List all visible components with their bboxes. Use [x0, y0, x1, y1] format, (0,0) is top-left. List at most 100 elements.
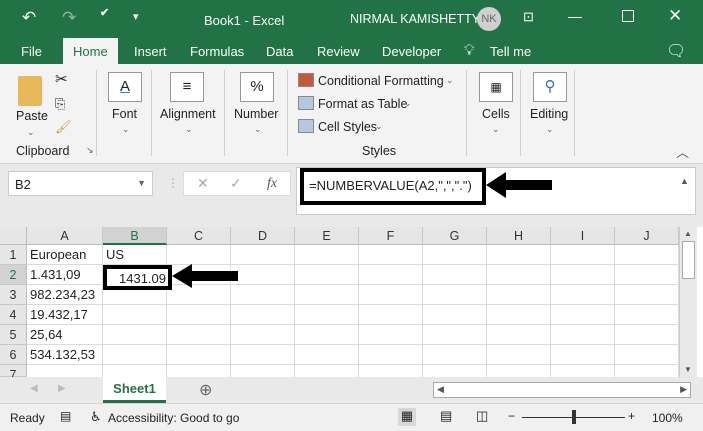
zoom-in-button[interactable]: + — [628, 409, 635, 423]
scroll-left-icon[interactable]: ◀ — [437, 384, 444, 395]
tab-data[interactable]: Data — [266, 44, 293, 59]
column-header-c[interactable]: C — [167, 227, 231, 245]
row-header-5[interactable]: 5 — [0, 325, 27, 345]
tab-developer[interactable]: Developer — [382, 44, 441, 59]
cut-icon[interactable]: ✂ — [55, 70, 68, 88]
scroll-up-icon[interactable]: ▲ — [684, 229, 692, 238]
select-all-button[interactable] — [0, 227, 27, 245]
redo-icon[interactable]: ↷ — [62, 8, 76, 28]
insert-function-button[interactable]: fx — [267, 176, 277, 192]
format-as-table-icon — [298, 96, 314, 110]
splitter-icon: ⋮ — [167, 176, 179, 190]
scroll-down-icon[interactable]: ▼ — [684, 365, 692, 374]
dialog-launcher-icon[interactable]: ↘ — [86, 145, 94, 156]
cell-b1[interactable]: US — [103, 245, 124, 265]
cell-a2[interactable]: 1.431,09 — [27, 265, 81, 285]
name-box[interactable]: B2 ▼ — [8, 171, 153, 196]
number-button[interactable]: Number — [234, 107, 278, 121]
find-icon[interactable]: ⚲ — [533, 72, 567, 102]
cell-a1[interactable]: European — [27, 245, 86, 265]
expand-formula-bar-icon[interactable]: ▲ — [680, 176, 689, 186]
tell-me-search[interactable]: Tell me — [490, 44, 531, 59]
name-box-dropdown-icon[interactable]: ▼ — [137, 178, 146, 188]
paste-chevron-icon[interactable]: ⌄ — [27, 127, 35, 138]
cells-button[interactable]: Cells — [482, 107, 510, 121]
status-ready: Ready — [10, 411, 45, 425]
zoom-out-button[interactable]: − — [508, 409, 515, 423]
column-header-f[interactable]: F — [359, 227, 423, 245]
row-header-3[interactable]: 3 — [0, 285, 27, 305]
row-header-4[interactable]: 4 — [0, 305, 27, 325]
conditional-formatting-button[interactable]: Conditional Formatting — [318, 74, 444, 88]
font-button[interactable]: Font — [112, 107, 137, 121]
row-header-7[interactable]: 7 — [0, 365, 27, 382]
horizontal-scrollbar[interactable]: ◀ ▶ — [433, 382, 691, 398]
gridline — [27, 304, 679, 305]
next-sheet-icon[interactable]: ▶ — [58, 383, 66, 394]
customize-qat-icon[interactable]: ▾ — [133, 10, 139, 23]
percent-icon[interactable]: % — [240, 72, 274, 102]
row-header-6[interactable]: 6 — [0, 345, 27, 365]
alignment-button[interactable]: Alignment — [160, 107, 216, 121]
formula-highlight-box: =NUMBERVALUE(A2,",",".") — [300, 168, 486, 205]
ribbon-display-icon[interactable]: ⊡ — [523, 9, 534, 25]
cell-a3[interactable]: 982.234,23 — [27, 285, 95, 305]
format-as-table-button[interactable]: Format as Table — [318, 97, 407, 111]
tab-review[interactable]: Review — [317, 44, 360, 59]
column-header-j[interactable]: J — [615, 227, 679, 245]
selected-cell-b2[interactable]: 1431.09 — [103, 265, 172, 290]
maximize-button[interactable] — [622, 10, 634, 22]
arrow-icon — [486, 172, 552, 198]
alignment-icon[interactable]: ≡ — [170, 72, 204, 102]
paste-button[interactable]: Paste — [16, 109, 48, 123]
column-header-i[interactable]: I — [551, 227, 615, 245]
tab-file[interactable]: File — [21, 44, 42, 59]
enter-icon[interactable]: ✓ — [230, 175, 242, 192]
spelling-icon[interactable]: ✔ — [100, 6, 109, 19]
zoom-slider-thumb[interactable] — [572, 410, 576, 424]
accessibility-status[interactable]: Accessibility: Good to go — [108, 411, 239, 425]
new-sheet-button[interactable]: ⊕ — [199, 380, 212, 400]
undo-icon[interactable]: ↶ — [22, 8, 36, 28]
cell-a5[interactable]: 25,64 — [27, 325, 63, 345]
zoom-level[interactable]: 100% — [652, 411, 683, 425]
avatar[interactable]: NK — [477, 7, 501, 31]
format-painter-icon[interactable]: 🖌︎ — [55, 119, 72, 135]
column-header-h[interactable]: H — [487, 227, 551, 245]
row-header-2[interactable]: 2 — [0, 265, 27, 285]
cancel-icon[interactable]: ✕ — [197, 175, 209, 192]
minimize-button[interactable]: — — [568, 8, 582, 24]
column-header-e[interactable]: E — [295, 227, 359, 245]
tab-formulas[interactable]: Formulas — [190, 44, 244, 59]
page-layout-icon[interactable]: ▤ — [440, 408, 452, 424]
sheet-tab-sheet1[interactable]: Sheet1 — [103, 377, 166, 403]
column-header-b[interactable]: B — [103, 227, 167, 245]
comments-icon[interactable]: 🗨︎ — [666, 41, 686, 61]
cell-a4[interactable]: 19.432,17 — [27, 305, 88, 325]
vertical-scrollbar[interactable]: ▲ ▼ — [679, 227, 697, 377]
tab-home[interactable]: Home — [63, 38, 118, 66]
formula-text[interactable]: =NUMBERVALUE(A2,",",".") — [309, 178, 472, 193]
close-button[interactable]: ✕ — [668, 6, 682, 26]
column-header-d[interactable]: D — [231, 227, 295, 245]
cell-a6[interactable]: 534.132,53 — [27, 345, 95, 365]
font-icon[interactable]: A — [108, 72, 142, 102]
column-header-g[interactable]: G — [423, 227, 487, 245]
editing-button[interactable]: Editing — [530, 107, 568, 121]
column-header-a[interactable]: A — [27, 227, 103, 245]
page-break-icon[interactable]: ◫ — [476, 408, 488, 424]
normal-view-icon[interactable]: ▦ — [398, 408, 416, 426]
vertical-scroll-thumb[interactable] — [682, 241, 695, 279]
sheet-tab-bar: ◀ ▶ Sheet1 ⊕ ◀ ▶ — [0, 377, 703, 403]
row-header-1[interactable]: 1 — [0, 245, 27, 265]
cells-icon[interactable]: ▦ — [479, 72, 513, 102]
cell-styles-button[interactable]: Cell Styles — [318, 120, 377, 134]
macro-record-icon[interactable]: ▤ — [60, 409, 71, 423]
collapse-ribbon-icon[interactable]: ︿ — [676, 142, 689, 161]
ribbon-tabs: File Home Insert Formulas Data Review De… — [0, 38, 703, 66]
scroll-right-icon[interactable]: ▶ — [680, 384, 687, 395]
copy-icon[interactable]: ⎘ — [55, 96, 65, 112]
prev-sheet-icon[interactable]: ◀ — [30, 383, 38, 394]
paste-icon[interactable] — [18, 76, 42, 106]
tab-insert[interactable]: Insert — [134, 44, 167, 59]
